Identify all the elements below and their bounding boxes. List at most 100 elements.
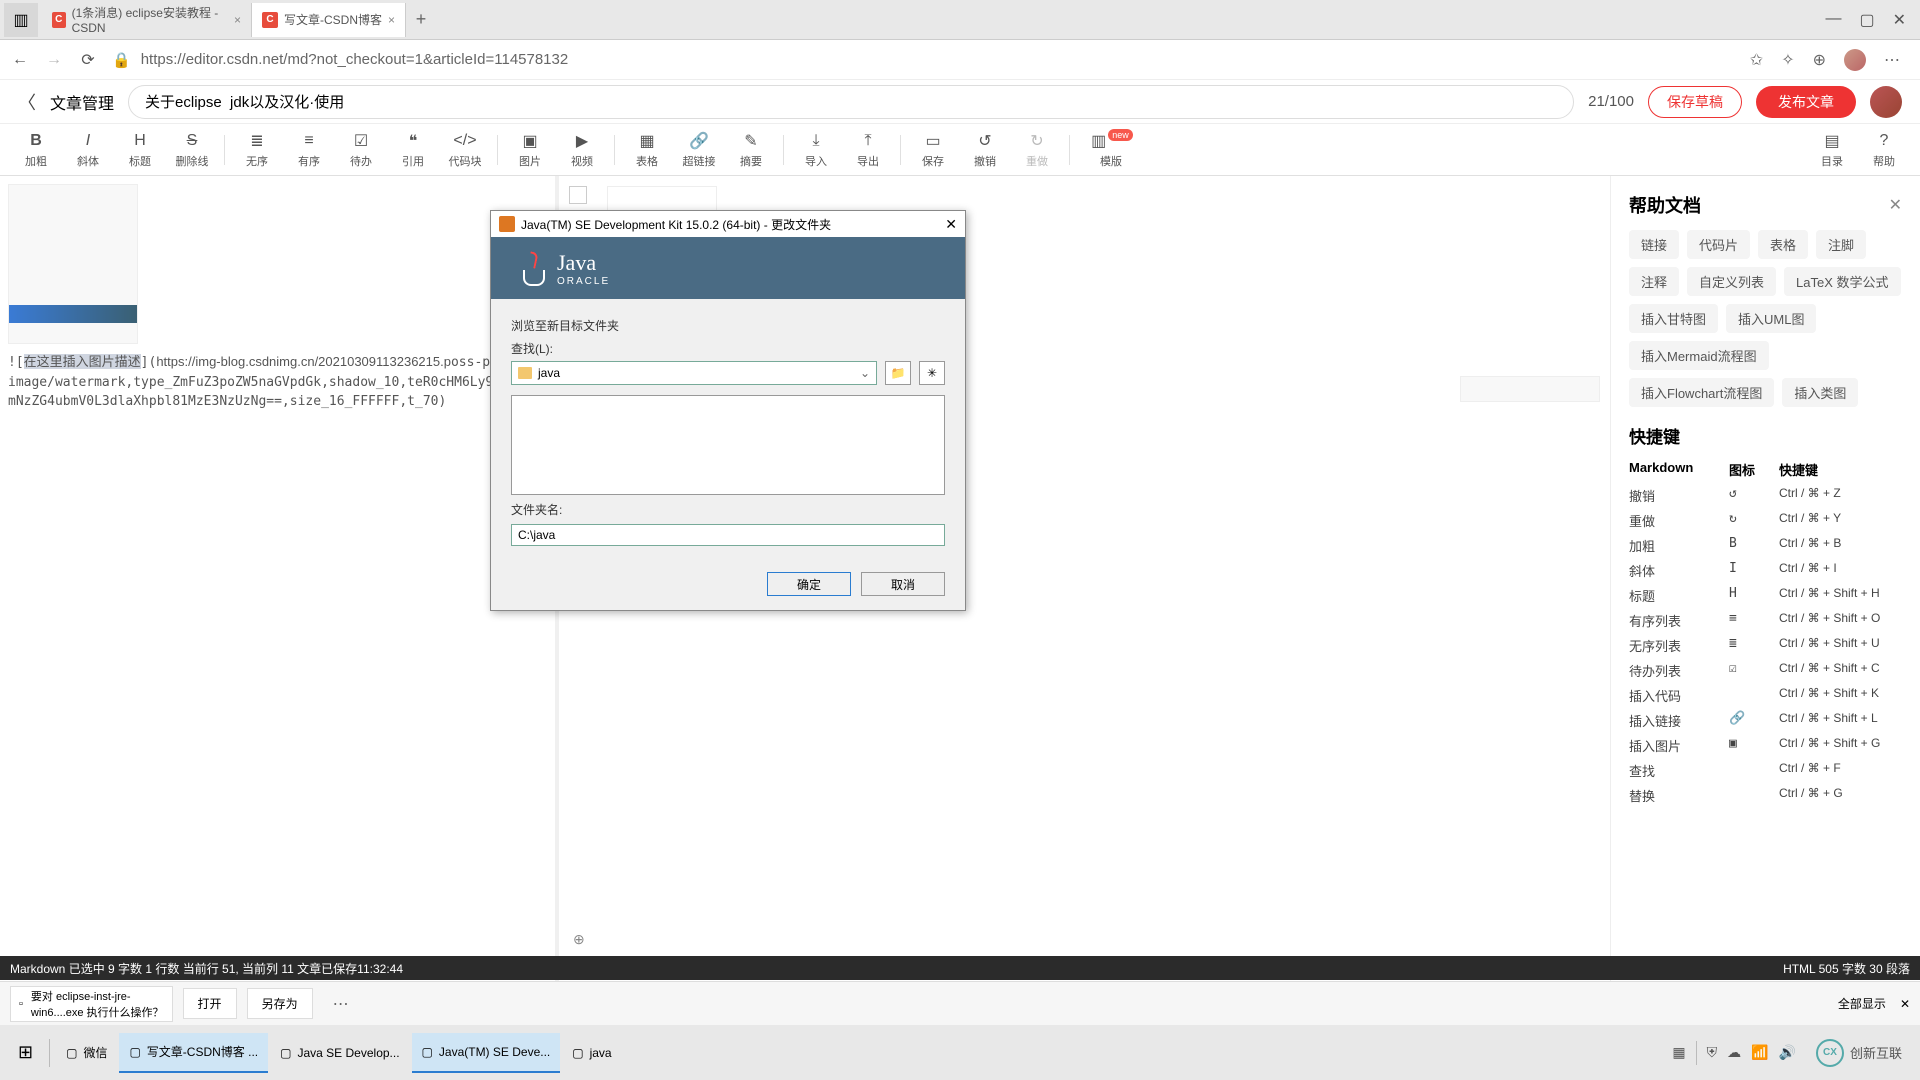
heading-button[interactable]: H标题 <box>114 131 166 169</box>
browser-tab[interactable]: C (1条消息) eclipse安装教程 - CSDN × <box>42 3 252 37</box>
saveas-button[interactable]: 另存为 <box>247 988 313 1019</box>
link-button[interactable]: 🔗超链接 <box>673 131 725 169</box>
save-draft-button[interactable]: 保存草稿 <box>1648 86 1742 118</box>
image-button[interactable]: ▣图片 <box>504 131 556 169</box>
chevron-left-icon[interactable]: 〈 <box>18 89 36 115</box>
ok-button[interactable]: 确定 <box>767 572 851 596</box>
show-all-link[interactable]: 全部显示 <box>1838 995 1886 1012</box>
java-logo-text: Java <box>557 250 596 275</box>
undo-button[interactable]: ↺撤销 <box>959 131 1011 169</box>
cancel-button[interactable]: 取消 <box>861 572 945 596</box>
article-manage-link[interactable]: 文章管理 <box>50 90 114 114</box>
taskbar-app[interactable]: ▢java <box>562 1033 621 1073</box>
extensions-icon[interactable]: ⊕ <box>1813 50 1826 70</box>
folder-select[interactable]: java ⌄ <box>511 361 877 385</box>
strike-button[interactable]: S删除线 <box>166 131 218 169</box>
collections-icon[interactable]: ✧ <box>1781 50 1794 70</box>
folder-name-input[interactable] <box>511 524 945 546</box>
help-chip[interactable]: 插入Flowchart流程图 <box>1629 378 1774 407</box>
tray-shield-icon[interactable]: ⛨ <box>1707 1044 1718 1061</box>
help-chip[interactable]: 自定义列表 <box>1687 267 1776 296</box>
folder-icon <box>518 367 532 379</box>
italic-button[interactable]: I斜体 <box>62 131 114 169</box>
dialog-titlebar[interactable]: Java(TM) SE Development Kit 15.0.2 (64-b… <box>491 211 965 237</box>
code-button[interactable]: </>代码块 <box>439 131 491 169</box>
quote-button[interactable]: ❝引用 <box>387 131 439 169</box>
shortcut-row: 重做↻Ctrl / ⌘ + Y <box>1629 508 1902 533</box>
help-button[interactable]: ?帮助 <box>1858 131 1910 169</box>
table-button[interactable]: ▦表格 <box>621 131 673 169</box>
bold-button[interactable]: B加粗 <box>10 131 62 169</box>
taskbar-app[interactable]: ▢微信 <box>56 1033 117 1073</box>
minimize-icon[interactable]: — <box>1825 10 1841 30</box>
shortcut-row: 插入代码Ctrl / ⌘ + Shift + K <box>1629 683 1902 708</box>
help-chip[interactable]: LaTeX 数学公式 <box>1784 267 1900 296</box>
help-chip[interactable]: 注释 <box>1629 267 1679 296</box>
todo-button[interactable]: ☑待办 <box>335 131 387 169</box>
title-char-count: 21/100 <box>1588 93 1634 110</box>
ul-button[interactable]: ≣无序 <box>231 131 283 169</box>
markdown-editor[interactable]: ![在这里插入图片描述](https://img-blog.csdnimg.cn… <box>0 176 555 1020</box>
more-icon[interactable]: ⋯ <box>323 988 359 1020</box>
taskbar-app[interactable]: ▢写文章-CSDN博客 ... <box>119 1033 268 1073</box>
open-button[interactable]: 打开 <box>183 988 237 1019</box>
start-button[interactable]: ⊞ <box>8 1042 43 1063</box>
help-chip[interactable]: 插入甘特图 <box>1629 304 1718 333</box>
taskbar-app[interactable]: ▢Java(TM) SE Deve... <box>412 1033 561 1073</box>
target-icon[interactable]: ⊕ <box>573 931 586 948</box>
url-text: https://editor.csdn.net/md?not_checkout=… <box>141 51 569 68</box>
help-chip[interactable]: 链接 <box>1629 230 1679 259</box>
video-button[interactable]: ▶视频 <box>556 131 608 169</box>
favicon-icon: C <box>52 12 66 28</box>
browser-tab-active[interactable]: C 写文章-CSDN博客 × <box>252 3 406 37</box>
help-chip[interactable]: 注脚 <box>1816 230 1866 259</box>
more-icon[interactable]: ⋯ <box>1884 50 1900 70</box>
publish-button[interactable]: 发布文章 <box>1756 86 1856 118</box>
maximize-icon[interactable]: ▢ <box>1859 10 1874 30</box>
close-icon[interactable]: ✕ <box>1889 195 1902 215</box>
template-button[interactable]: ▥new模版 <box>1076 131 1146 169</box>
new-tab-button[interactable]: + <box>406 9 436 30</box>
article-title-input[interactable] <box>128 85 1574 119</box>
close-icon[interactable]: × <box>234 13 241 27</box>
toc-button[interactable]: ▤目录 <box>1806 131 1858 169</box>
profile-avatar[interactable] <box>1844 49 1866 71</box>
help-chip[interactable]: 代码片 <box>1687 230 1750 259</box>
preview-fragment <box>1460 376 1600 402</box>
tray-volume-icon[interactable]: 🔊 <box>1779 1044 1796 1061</box>
help-chip[interactable]: 插入Mermaid流程图 <box>1629 341 1769 370</box>
up-folder-button[interactable]: 📁 <box>885 361 911 385</box>
folder-listbox[interactable] <box>511 395 945 495</box>
redo-button[interactable]: ↻重做 <box>1011 131 1063 169</box>
preview-thumb-icon <box>569 186 587 204</box>
back-icon[interactable]: ← <box>10 51 30 69</box>
favorite-icon[interactable]: ✩ <box>1750 50 1763 70</box>
download-item[interactable]: ▫ 要对 eclipse-inst-jre- win6....exe 执行什么操… <box>10 986 173 1022</box>
import-button[interactable]: ⤓导入 <box>790 131 842 169</box>
save-button[interactable]: ▭保存 <box>907 131 959 169</box>
app-icon: ▢ <box>422 1045 433 1059</box>
tray-wifi-icon[interactable]: 📶 <box>1751 1044 1768 1061</box>
watermark-logo: CX 创新互联 <box>1806 1039 1912 1067</box>
export-button[interactable]: ⤒导出 <box>842 131 894 169</box>
help-chip[interactable]: 插入类图 <box>1782 378 1858 407</box>
new-folder-button[interactable]: ✳ <box>919 361 945 385</box>
help-chip[interactable]: 表格 <box>1758 230 1808 259</box>
url-bar[interactable]: 🔒 https://editor.csdn.net/md?not_checkou… <box>112 51 1736 69</box>
close-icon[interactable]: × <box>388 13 395 27</box>
digest-button[interactable]: ✎摘要 <box>725 131 777 169</box>
close-icon[interactable]: ✕ <box>945 216 957 233</box>
tray-grid-icon[interactable]: ▦ <box>1672 1044 1685 1061</box>
help-chip[interactable]: 插入UML图 <box>1726 304 1816 333</box>
taskbar-app[interactable]: ▢Java SE Develop... <box>270 1033 409 1073</box>
reload-icon[interactable]: ⟳ <box>78 50 98 70</box>
windows-taskbar: ⊞ ▢微信▢写文章-CSDN博客 ...▢Java SE Develop...▢… <box>0 1025 1920 1080</box>
window-close-icon[interactable]: ✕ <box>1893 10 1906 30</box>
ol-button[interactable]: ≡有序 <box>283 131 335 169</box>
user-avatar[interactable] <box>1870 86 1902 118</box>
browser-app-icon[interactable]: ▥ <box>4 3 38 37</box>
chevron-down-icon: ⌄ <box>860 366 870 380</box>
close-icon[interactable]: ✕ <box>1900 997 1910 1011</box>
shortcut-row: 查找Ctrl / ⌘ + F <box>1629 758 1902 783</box>
tray-cloud-icon[interactable]: ☁ <box>1727 1044 1741 1061</box>
